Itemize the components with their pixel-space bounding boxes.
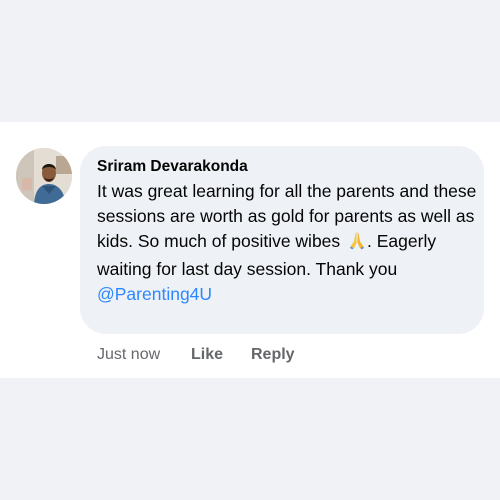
- comment-author-name[interactable]: Sriram Devarakonda: [97, 158, 248, 176]
- like-button[interactable]: Like: [191, 346, 223, 364]
- mention-link[interactable]: @Parenting4U: [97, 284, 212, 304]
- avatar[interactable]: [16, 148, 72, 204]
- reply-button[interactable]: Reply: [251, 346, 295, 364]
- comment-card: Sriram Devarakonda It was great learning…: [0, 122, 500, 378]
- profile-photo-icon: [16, 148, 72, 204]
- timestamp[interactable]: Just now: [97, 346, 160, 364]
- comment-text: It was great learning for all the parent…: [97, 179, 477, 307]
- comment-bubble: Sriram Devarakonda It was great learning…: [80, 146, 484, 334]
- folded-hands-emoji-icon: [347, 230, 367, 257]
